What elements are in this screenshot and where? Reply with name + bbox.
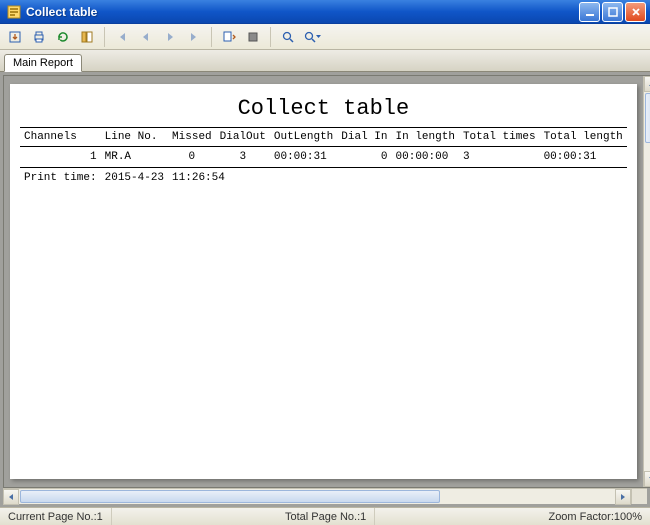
- vertical-scrollbar[interactable]: [643, 76, 650, 487]
- cell-dialin: 0: [337, 147, 391, 168]
- goto-page-icon[interactable]: [218, 26, 240, 48]
- print-clock: 11:26:54: [168, 168, 627, 189]
- cell-channels: 1: [20, 147, 101, 168]
- cell-line-no: MR.A: [101, 147, 168, 168]
- print-time-row: Print time: 2015-4-23 11:26:54: [20, 168, 627, 189]
- status-total-page: Total Page No.: 1: [277, 508, 375, 525]
- tab-strip: Main Report: [0, 50, 650, 72]
- col-total-times: Total times: [459, 128, 540, 147]
- print-time-label: Print time:: [20, 168, 101, 189]
- scroll-up-icon[interactable]: [644, 76, 650, 92]
- table-row: 1 MR.A 0 3 00:00:31 0 00:00:00 3 00:00:3…: [20, 147, 627, 168]
- first-page-icon[interactable]: [111, 26, 133, 48]
- find-icon[interactable]: [277, 26, 299, 48]
- current-page-value: 1: [97, 511, 103, 523]
- window-buttons: [579, 2, 648, 22]
- close-button[interactable]: [625, 2, 646, 22]
- horizontal-scrollbar[interactable]: [3, 488, 647, 504]
- cell-total-length: 00:00:31: [540, 147, 627, 168]
- stop-icon[interactable]: [242, 26, 264, 48]
- report-table: Channels Line No. Missed DialOut OutLeng…: [20, 127, 627, 188]
- next-page-icon[interactable]: [159, 26, 181, 48]
- hscroll-track[interactable]: [19, 489, 615, 504]
- col-outlength: OutLength: [270, 128, 337, 147]
- viewport-wrap: Collect table Channels Line No. Missed D…: [0, 72, 650, 488]
- table-header-row: Channels Line No. Missed DialOut OutLeng…: [20, 128, 627, 147]
- status-current-page: Current Page No.: 1: [0, 508, 112, 525]
- vscroll-track[interactable]: [644, 92, 650, 471]
- scroll-corner: [631, 489, 647, 504]
- client-area: Main Report Collect table Channels Line …: [0, 50, 650, 507]
- print-date: 2015-4-23: [101, 168, 168, 189]
- cell-missed: 0: [168, 147, 216, 168]
- scroll-down-icon[interactable]: [644, 471, 650, 487]
- export-icon[interactable]: [4, 26, 26, 48]
- report-viewport: Collect table Channels Line No. Missed D…: [3, 75, 650, 488]
- page-area[interactable]: Collect table Channels Line No. Missed D…: [4, 76, 643, 487]
- minimize-button[interactable]: [579, 2, 600, 22]
- zoom-label: Zoom Factor:: [548, 511, 613, 523]
- toolbar-separator: [104, 27, 105, 47]
- col-total-length: Total length: [540, 128, 627, 147]
- zoom-value: 100%: [614, 511, 642, 523]
- report-title: Collect table: [20, 96, 627, 121]
- scroll-right-icon[interactable]: [615, 489, 631, 505]
- zoom-dropdown-icon[interactable]: [301, 26, 323, 48]
- col-missed: Missed: [168, 128, 216, 147]
- col-inlength: In length: [392, 128, 459, 147]
- scroll-left-icon[interactable]: [3, 489, 19, 505]
- maximize-button[interactable]: [602, 2, 623, 22]
- vscroll-thumb[interactable]: [645, 93, 650, 143]
- col-dialout: DialOut: [216, 128, 270, 147]
- cell-dialout: 3: [216, 147, 270, 168]
- prev-page-icon[interactable]: [135, 26, 157, 48]
- print-icon[interactable]: [28, 26, 50, 48]
- cell-total-times: 3: [459, 147, 540, 168]
- toolbar-separator: [270, 27, 271, 47]
- total-page-label: Total Page No.:: [285, 511, 360, 523]
- last-page-icon[interactable]: [183, 26, 205, 48]
- refresh-icon[interactable]: [52, 26, 74, 48]
- app-icon: [6, 4, 22, 20]
- report-page: Collect table Channels Line No. Missed D…: [10, 84, 637, 479]
- hscroll-thumb[interactable]: [20, 490, 440, 503]
- cell-outlength: 00:00:31: [270, 147, 337, 168]
- cell-inlength: 00:00:00: [392, 147, 459, 168]
- toolbar: [0, 24, 650, 50]
- col-dialin: Dial In: [337, 128, 391, 147]
- col-line-no: Line No.: [101, 128, 168, 147]
- tab-main-report[interactable]: Main Report: [4, 54, 82, 72]
- toggle-tree-icon[interactable]: [76, 26, 98, 48]
- status-zoom: Zoom Factor: 100%: [540, 508, 650, 525]
- toolbar-separator: [211, 27, 212, 47]
- window-title: Collect table: [26, 5, 579, 19]
- total-page-value: 1: [360, 511, 366, 523]
- title-bar: Collect table: [0, 0, 650, 24]
- current-page-label: Current Page No.:: [8, 511, 97, 523]
- status-bar: Current Page No.: 1 Total Page No.: 1 Zo…: [0, 507, 650, 525]
- col-channels: Channels: [20, 128, 101, 147]
